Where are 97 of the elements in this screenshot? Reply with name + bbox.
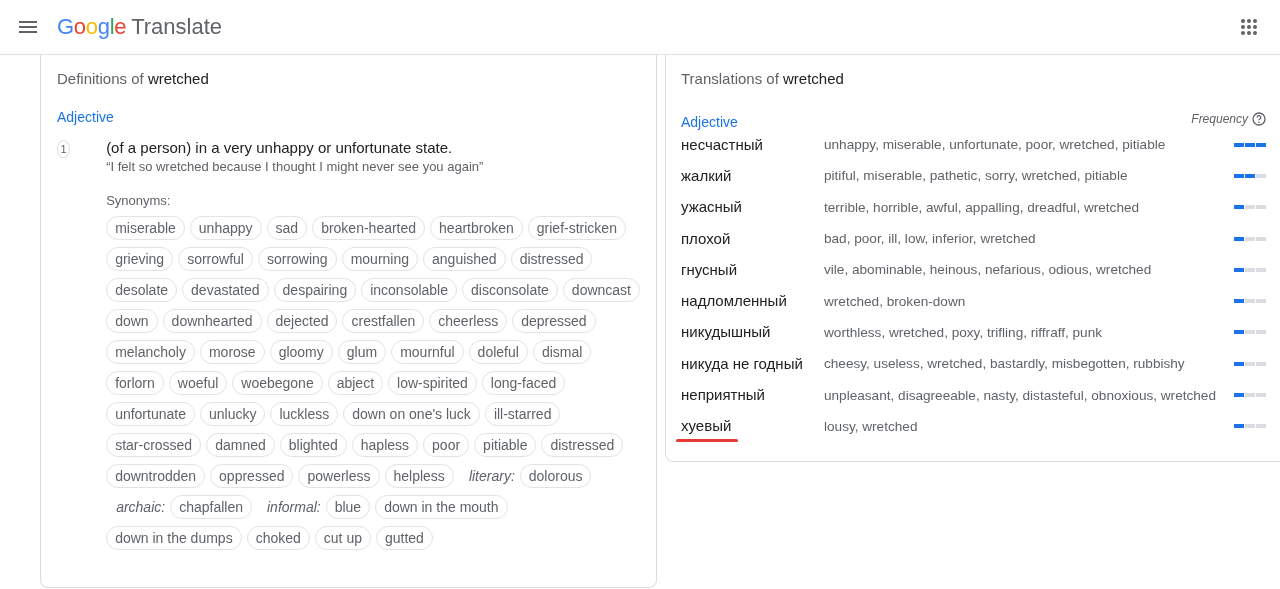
synonym-chip[interactable]: mournful <box>391 340 464 364</box>
synonym-chip[interactable]: woebegone <box>232 371 323 395</box>
translation-word[interactable]: хуевый <box>681 417 732 435</box>
synonym-chip[interactable]: cut up <box>314 526 371 550</box>
synonym-chip[interactable]: gutted <box>375 526 433 550</box>
synonym-chip[interactable]: helpless <box>384 464 454 488</box>
card-title: Translations of wretched <box>681 70 845 87</box>
register-label: archaic: <box>116 499 166 515</box>
synonym-chip[interactable]: distressed <box>541 433 624 457</box>
synonym-chip[interactable]: ill-starred <box>484 402 561 426</box>
synonym-chip[interactable]: desolate <box>106 278 178 302</box>
back-translations: unpleasant, disagreeable, nasty, distasteful, obnoxious, wretched <box>824 387 1217 403</box>
synonym-chip[interactable]: sad <box>266 216 308 240</box>
synonym-chip[interactable]: distressed <box>510 247 593 271</box>
synonym-chip[interactable]: choked <box>246 526 310 550</box>
synonym-chip[interactable]: blue <box>325 495 371 519</box>
synonym-chip[interactable]: long-faced <box>481 371 566 395</box>
synonym-chip[interactable]: blighted <box>279 433 347 457</box>
synonym-chip[interactable]: abject <box>327 371 384 395</box>
synonym-chip[interactable]: crestfallen <box>342 309 425 333</box>
synonym-chip[interactable]: morose <box>199 340 265 364</box>
synonym-chip[interactable]: damned <box>206 433 275 457</box>
synonym-chip[interactable]: chapfallen <box>170 495 252 519</box>
back-translations: terrible, horrible, awful, appalling, dreadful, wretched <box>824 199 1141 215</box>
product-name: Translate <box>131 14 223 40</box>
synonym-chip[interactable]: star-crossed <box>106 433 202 457</box>
translation-word[interactable]: жалкий <box>681 166 732 184</box>
synonyms-label: Synonyms: <box>106 193 172 208</box>
synonym-chip[interactable]: sorrowful <box>178 247 253 271</box>
register-label: literary: <box>468 468 515 484</box>
synonym-chip[interactable]: dismal <box>532 340 592 364</box>
register-label: informal: <box>267 499 321 515</box>
synonym-chip[interactable]: oppressed <box>210 464 294 488</box>
synonym-chip[interactable]: unlucky <box>199 402 266 426</box>
back-translations: unhappy, miserable, unfortunate, poor, wretched, pitiable <box>824 137 1167 153</box>
back-translations: pitiful, miserable, pathetic, sorry, wretched, pitiable <box>824 168 1129 184</box>
synonym-chip[interactable]: gloomy <box>269 340 333 364</box>
synonym-chip[interactable]: down on one's luck <box>343 402 480 426</box>
synonym-chip[interactable]: broken-hearted <box>312 216 426 240</box>
synonym-chip[interactable]: down in the mouth <box>375 495 508 519</box>
part-of-speech: Adjective <box>681 114 739 130</box>
synonym-chip[interactable]: melancholy <box>106 340 195 364</box>
synonym-chip[interactable]: cheerless <box>429 309 508 333</box>
synonym-chip[interactable]: devastated <box>182 278 269 302</box>
translation-word[interactable]: никуда не годный <box>681 354 803 372</box>
synonym-chip[interactable]: dolorous <box>519 464 592 488</box>
synonym-chip[interactable]: disconsolate <box>462 278 558 302</box>
synonym-chip[interactable]: poor <box>423 433 470 457</box>
synonym-chip[interactable]: anguished <box>423 247 506 271</box>
synonym-chip[interactable]: woeful <box>168 371 228 395</box>
back-translations: cheesy, useless, wretched, bastardly, misbegotten, rubbishy <box>824 356 1186 372</box>
synonym-chip[interactable]: dejected <box>266 309 338 333</box>
logo[interactable]: Google <box>57 14 127 40</box>
translation-word[interactable]: надломленный <box>681 292 787 310</box>
translation-word[interactable]: плохой <box>681 229 731 247</box>
synonym-chip[interactable]: unfortunate <box>106 402 195 426</box>
synonym-chip[interactable]: low-spirited <box>388 371 477 395</box>
synonym-chip[interactable]: forlorn <box>106 371 164 395</box>
synonym-chip[interactable]: down <box>106 309 158 333</box>
synonym-chip[interactable]: unhappy <box>189 216 262 240</box>
translation-word[interactable]: гнусный <box>681 260 738 278</box>
back-translations: wretched, broken-down <box>824 293 967 309</box>
translation-word[interactable]: несчастный <box>681 135 763 153</box>
synonym-chip[interactable]: grieving <box>106 247 174 271</box>
back-translations: bad, poor, ill, low, inferior, wretched <box>824 231 1037 247</box>
synonym-chip[interactable]: sorrowing <box>257 247 337 271</box>
part-of-speech: Adjective <box>57 109 115 125</box>
apps-grid-icon[interactable] <box>1241 19 1257 35</box>
frequency-label: Frequency <box>1191 112 1248 126</box>
synonym-chip[interactable]: powerless <box>298 464 380 488</box>
synonym-chip[interactable]: downhearted <box>162 309 262 333</box>
back-translations: vile, abominable, heinous, nefarious, odious, wretched <box>824 262 1153 278</box>
translation-word[interactable]: неприятный <box>681 386 765 403</box>
translation-word[interactable]: ужасный <box>681 198 742 216</box>
example-sentence: “I felt so wretched because I thought I might never see you again” <box>106 159 485 174</box>
back-translations: lousy, wretched <box>824 418 919 434</box>
synonym-chip[interactable]: heartbroken <box>430 216 523 240</box>
synonym-chip[interactable]: doleful <box>468 340 528 364</box>
synonym-chip[interactable]: mourning <box>341 247 419 271</box>
synonym-chip[interactable]: down in the dumps <box>106 526 242 550</box>
synonym-chip[interactable]: pitiable <box>474 433 537 457</box>
synonym-chip[interactable]: grief-stricken <box>527 216 626 240</box>
synonym-chip[interactable]: hapless <box>351 433 419 457</box>
menu-icon[interactable] <box>19 21 37 33</box>
synonym-chip[interactable]: luckless <box>270 402 339 426</box>
card-title: Definitions of wretched <box>57 70 210 87</box>
definition-text: (of a person) in a very unhappy or unfortunate state. <box>106 139 454 156</box>
synonym-chip[interactable]: depressed <box>512 309 596 333</box>
synonym-chip[interactable]: downtrodden <box>106 464 206 488</box>
synonym-chip[interactable]: downcast <box>562 278 640 302</box>
synonym-chip[interactable]: miserable <box>106 216 185 240</box>
synonym-chip[interactable]: despairing <box>273 278 357 302</box>
translation-word[interactable]: никудышный <box>681 323 771 341</box>
help-icon[interactable] <box>1252 112 1266 126</box>
synonym-chip[interactable]: glum <box>337 340 387 364</box>
synonym-chip[interactable]: inconsolable <box>361 278 457 302</box>
back-translations: worthless, wretched, poxy, trifling, riffraff, punk <box>824 324 1104 340</box>
